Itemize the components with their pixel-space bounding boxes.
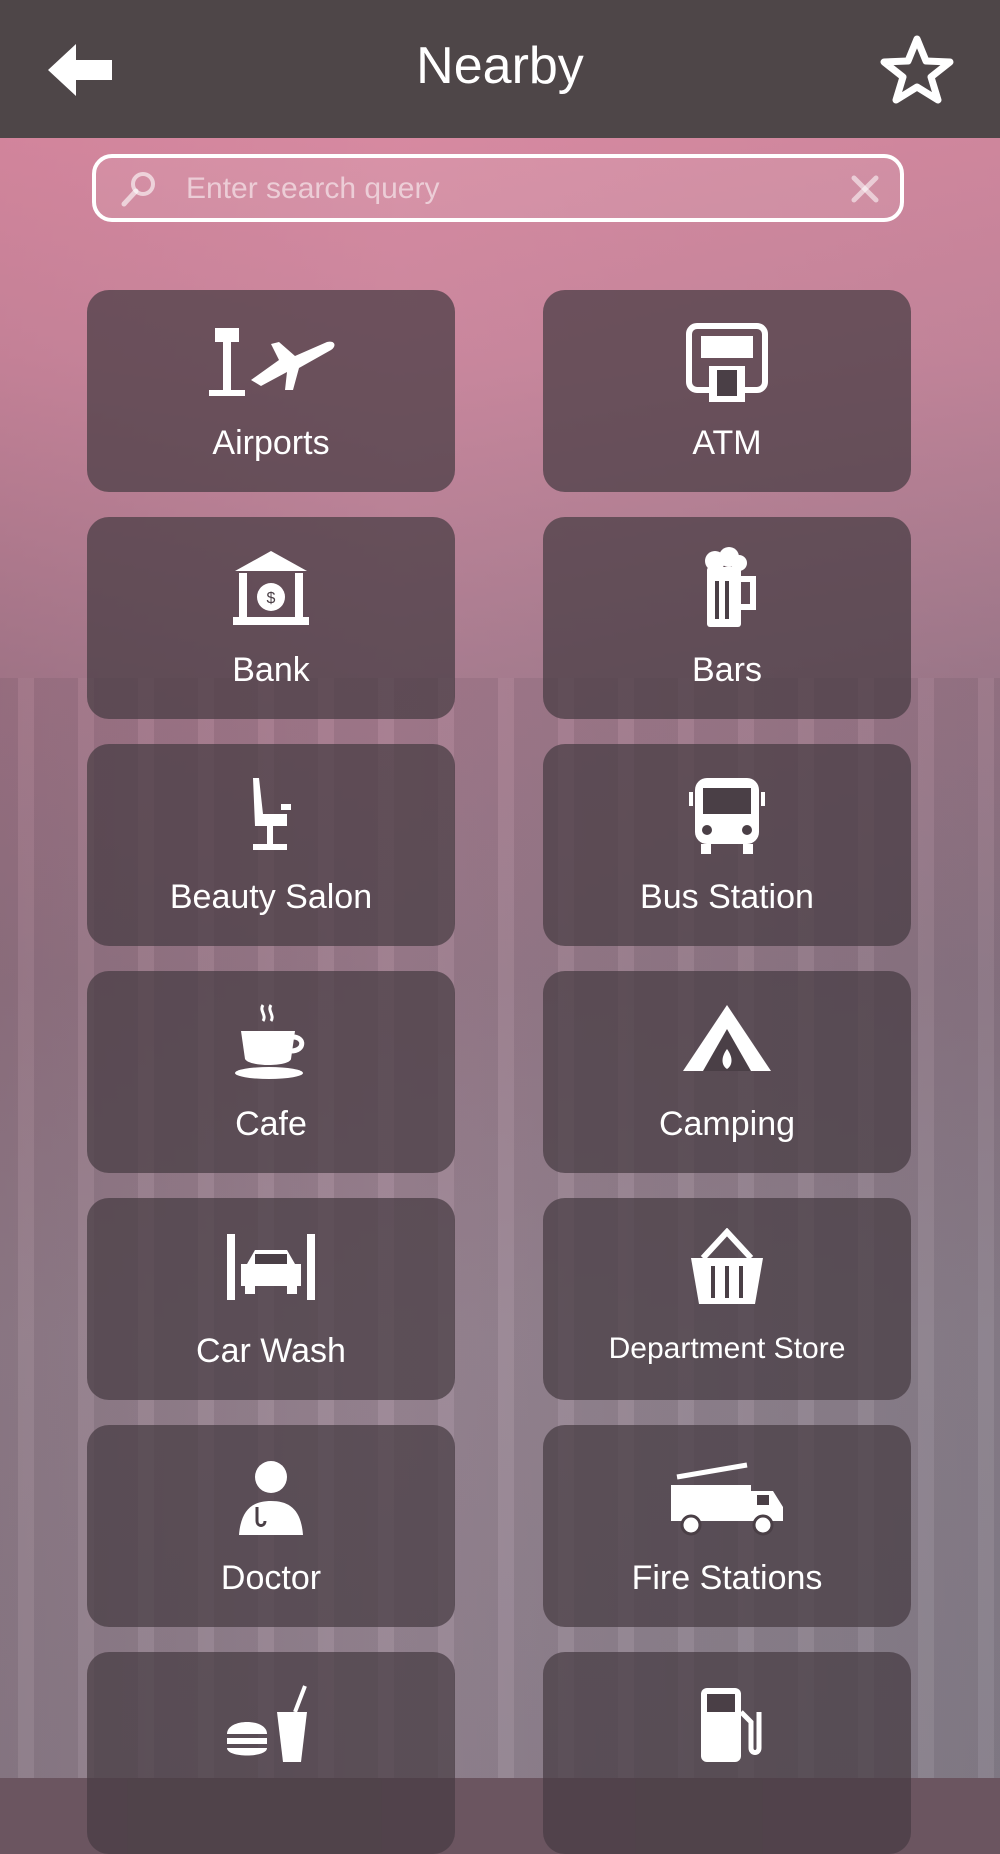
category-label: Cafe bbox=[235, 1105, 307, 1143]
search-icon bbox=[121, 172, 155, 207]
atm-icon bbox=[686, 323, 768, 402]
tent-icon bbox=[683, 1005, 771, 1071]
category-label: Airports bbox=[212, 424, 330, 462]
category-tile-beauty-salon[interactable]: Beauty Salon bbox=[87, 744, 455, 946]
fire-truck-icon bbox=[671, 1462, 783, 1536]
coffee-cup-icon bbox=[235, 1004, 305, 1079]
category-tile-bank[interactable]: $ Bank bbox=[87, 517, 455, 719]
category-label: Bank bbox=[232, 651, 310, 689]
basket-icon bbox=[691, 1228, 763, 1304]
category-tile-bus-station[interactable]: Bus Station bbox=[543, 744, 911, 946]
car-wash-icon bbox=[227, 1234, 315, 1300]
category-tile-cafe[interactable]: Cafe bbox=[87, 971, 455, 1173]
doctor-icon bbox=[239, 1461, 303, 1535]
search-input[interactable] bbox=[184, 166, 828, 212]
gas-pump-icon bbox=[701, 1688, 762, 1762]
category-label: Camping bbox=[658, 1105, 796, 1143]
favorite-button[interactable] bbox=[880, 34, 954, 104]
fast-food-icon bbox=[227, 1685, 307, 1762]
category-tile-gas-station[interactable] bbox=[543, 1652, 911, 1854]
category-tile-car-wash[interactable]: Car Wash bbox=[87, 1198, 455, 1400]
category-tile-fire-stations[interactable]: Fire Stations bbox=[543, 1425, 911, 1627]
page-title: Nearby bbox=[416, 37, 584, 95]
beer-mug-icon bbox=[705, 547, 756, 627]
category-label: Bars bbox=[692, 651, 762, 689]
category-tile-bars[interactable]: Bars bbox=[543, 517, 911, 719]
category-tile-camping[interactable]: Camping bbox=[543, 971, 911, 1173]
category-tile-airports[interactable]: Airports bbox=[87, 290, 455, 492]
category-label: Beauty Salon bbox=[169, 878, 373, 916]
category-label: Doctor bbox=[220, 1559, 322, 1597]
top-bar: Nearby bbox=[0, 0, 1000, 138]
salon-chair-icon bbox=[253, 778, 291, 850]
svg-text:$: $ bbox=[267, 590, 276, 607]
category-label: Car Wash bbox=[196, 1332, 346, 1370]
bank-icon: $ bbox=[233, 551, 309, 625]
category-tile-food[interactable] bbox=[87, 1652, 455, 1854]
category-tile-doctor[interactable]: Doctor bbox=[87, 1425, 455, 1627]
category-tile-department-store[interactable]: Department Store bbox=[543, 1198, 911, 1400]
category-tile-atm[interactable]: ATM bbox=[543, 290, 911, 492]
category-label: Bus Station bbox=[640, 878, 814, 916]
search-bar[interactable] bbox=[92, 154, 904, 222]
clear-icon[interactable] bbox=[850, 174, 880, 204]
bus-icon bbox=[689, 778, 765, 854]
category-label: Fire Stations bbox=[631, 1559, 823, 1597]
category-label: ATM bbox=[692, 424, 762, 462]
star-icon bbox=[880, 35, 954, 104]
category-label: Department Store bbox=[608, 1332, 846, 1365]
airport-icon bbox=[209, 328, 335, 396]
